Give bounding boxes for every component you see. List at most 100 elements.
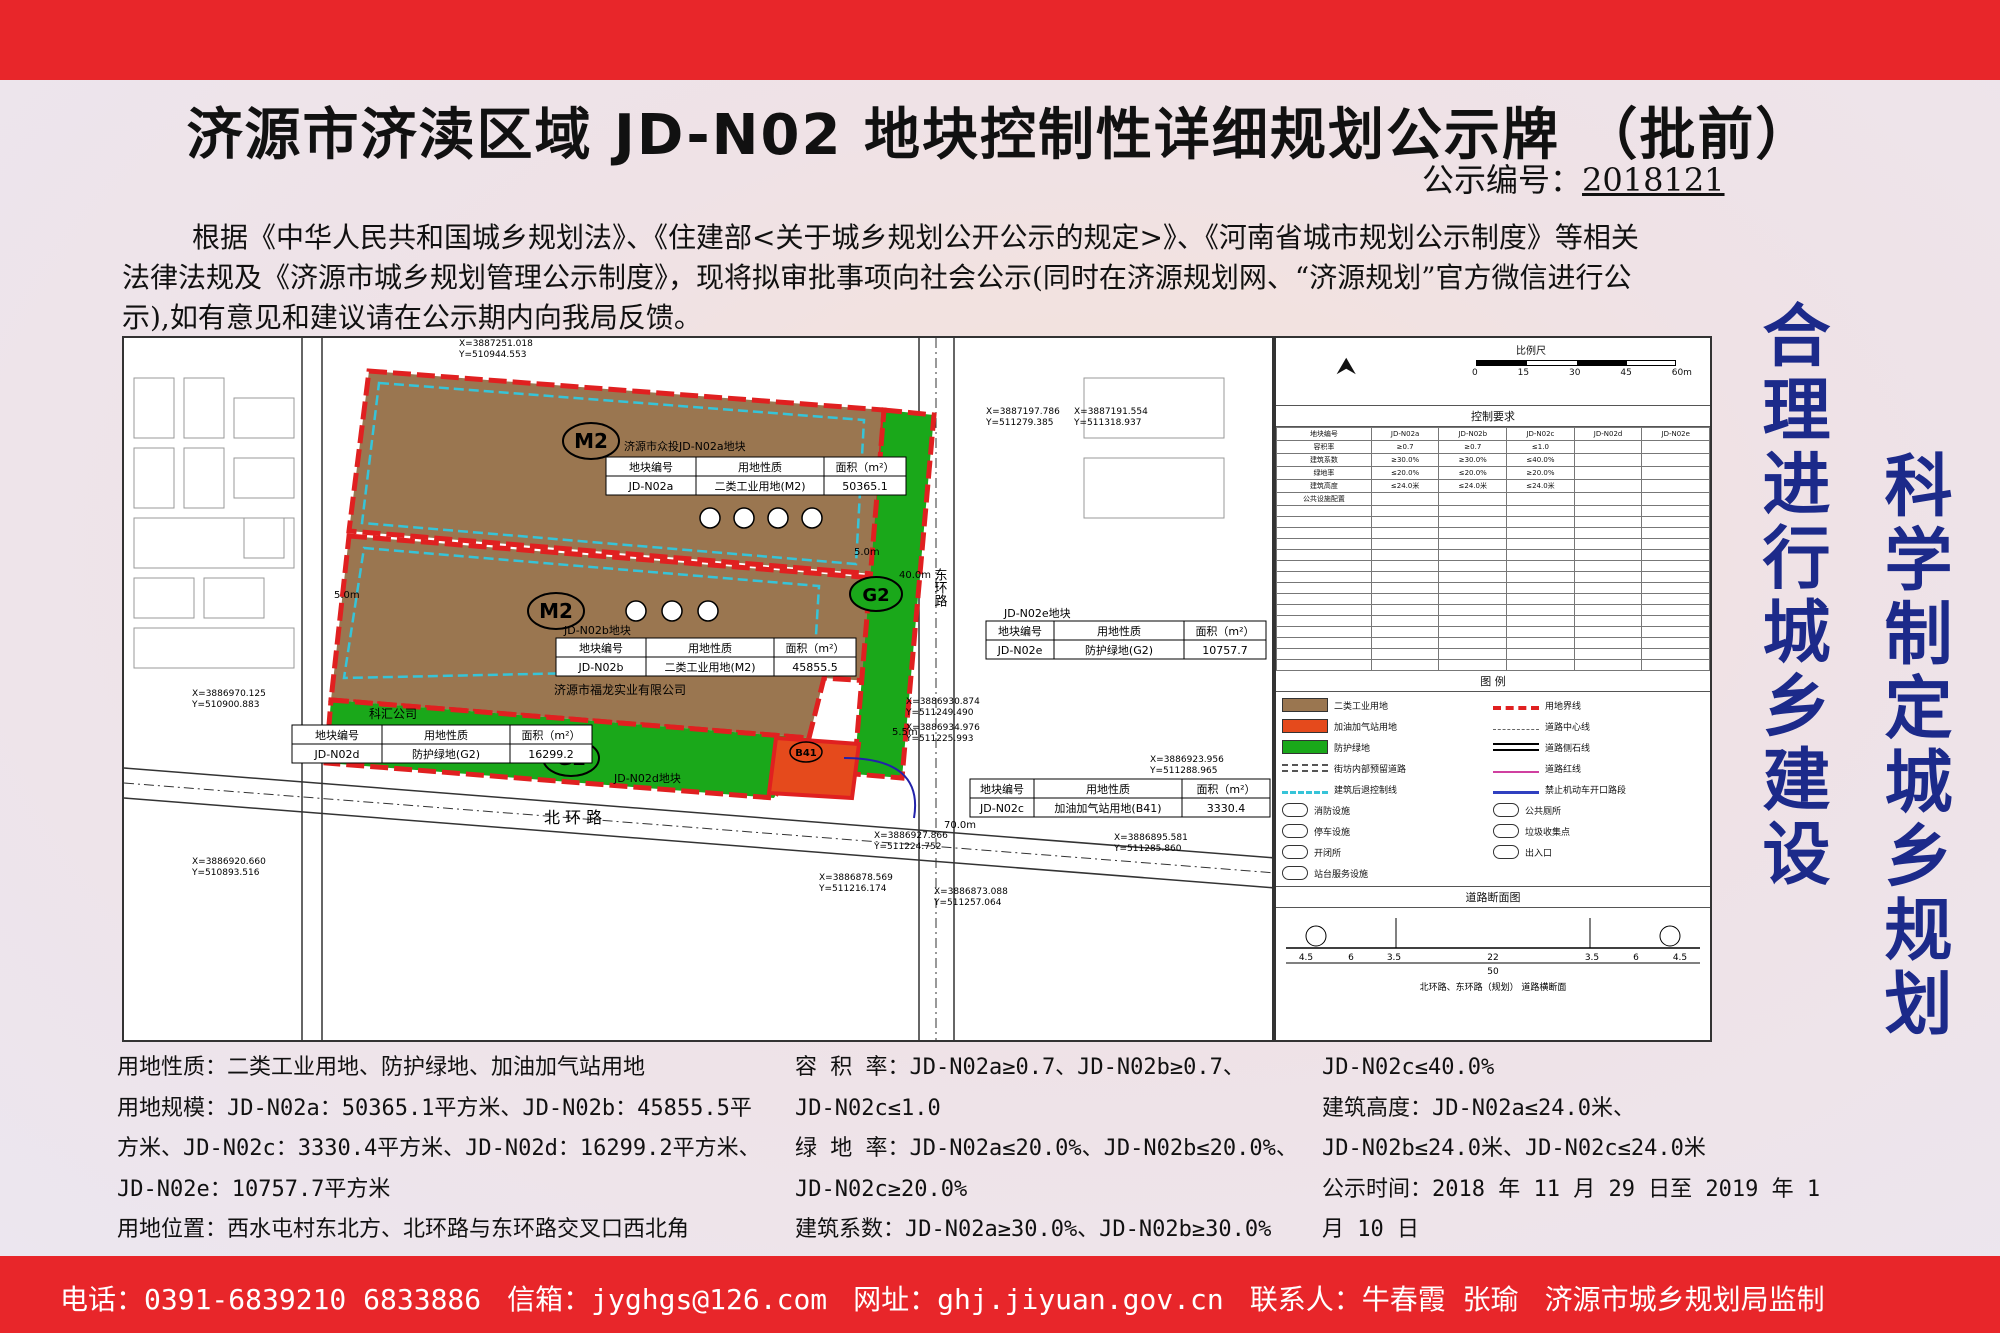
info-period: 公示时间：2018 年 11 月 29 日至 2019 年 1 月 10 日 bbox=[1322, 1176, 1821, 1243]
parking-icon bbox=[697, 600, 719, 622]
svg-text:Y=510900.883: Y=510900.883 bbox=[191, 700, 259, 710]
parking-swatch bbox=[1282, 824, 1308, 838]
legend-item: 出入口 bbox=[1493, 843, 1704, 861]
svg-text:X=3887191.554: X=3887191.554 bbox=[1074, 407, 1148, 417]
fire-swatch bbox=[1282, 803, 1308, 817]
svg-text:X=3886873.088: X=3886873.088 bbox=[934, 887, 1008, 897]
svg-text:4.5: 4.5 bbox=[1673, 953, 1687, 963]
svg-text:M2: M2 bbox=[539, 599, 573, 623]
svg-text:Y=510944.553: Y=510944.553 bbox=[458, 350, 526, 360]
control-table: 地块编号 JD-N02a JD-N02b JD-N02c JD-N02d JD-N02e … bbox=[1276, 427, 1710, 671]
center-swatch bbox=[1493, 728, 1539, 731]
garbage-icon bbox=[733, 507, 755, 529]
plot-a-label: 济源市众投JD-N02a地块 bbox=[624, 439, 746, 453]
intro-line-3: 示),如有意见和建议请在公示期内向我局反馈。 bbox=[122, 301, 702, 334]
table-plot-b: 地块编号 用地性质 面积（m²） JD-N02b 二类工业用地(M2) 4585… bbox=[555, 637, 857, 677]
scale-bar bbox=[1476, 360, 1676, 366]
svg-text:10757.7: 10757.7 bbox=[1202, 644, 1248, 657]
company-label-2: 济源市福龙实业有限公司 bbox=[554, 682, 686, 697]
slogan-right: 科学制定城乡规划 bbox=[1872, 450, 1951, 1042]
switch-swatch bbox=[1282, 845, 1308, 859]
road-section-svg: 4.5 6 3.5 22 3.5 6 4.5 50 北环路、东环路（规划） 道路… bbox=[1286, 918, 1700, 993]
svg-text:地块编号: 地块编号 bbox=[315, 728, 359, 742]
svg-text:面积（m²）: 面积（m²） bbox=[521, 729, 580, 742]
legend-label: 出入口 bbox=[1525, 848, 1553, 859]
station-swatch bbox=[1282, 866, 1308, 880]
top-red-band bbox=[0, 0, 2000, 80]
svg-text:JD-N02c: JD-N02c bbox=[979, 802, 1024, 815]
boundary-swatch bbox=[1493, 706, 1539, 710]
b41-swatch bbox=[1282, 719, 1328, 733]
legend-label: 防护绿地 bbox=[1334, 743, 1371, 754]
svg-text:二类工业用地(M2): 二类工业用地(M2) bbox=[664, 660, 755, 674]
info-coverage-c: JD-N02c≤40.0% bbox=[1322, 1055, 1495, 1080]
svg-text:JD-N02a: JD-N02a bbox=[628, 480, 674, 493]
legend-label: 停车设施 bbox=[1314, 827, 1351, 838]
footer-website[interactable]: 网址：ghj.jiyuan.gov.cn bbox=[853, 1278, 1224, 1318]
company-label-1: 科汇公司 bbox=[369, 707, 417, 721]
badge-b41: B41 bbox=[789, 741, 823, 763]
svg-text:50: 50 bbox=[1487, 967, 1499, 977]
svg-text:45855.5: 45855.5 bbox=[792, 661, 838, 674]
svg-text:Y=511225.993: Y=511225.993 bbox=[905, 734, 973, 744]
svg-text:X=3886930.874: X=3886930.874 bbox=[906, 697, 980, 707]
garbage-swatch bbox=[1493, 824, 1519, 838]
svg-text:用地性质: 用地性质 bbox=[738, 460, 782, 474]
svg-text:16299.2: 16299.2 bbox=[528, 748, 574, 761]
info-height-2: JD-N02b≤24.0米、JD-N02c≤24.0米 bbox=[1322, 1136, 1706, 1161]
svg-text:Y=511257.064: Y=511257.064 bbox=[933, 898, 1002, 908]
legend-item: 防护绿地 bbox=[1282, 738, 1493, 756]
legend-item: 二类工业用地 bbox=[1282, 696, 1493, 714]
legend-item: 街坊内部预留道路 bbox=[1282, 759, 1493, 777]
svg-text:X=3886920.660: X=3886920.660 bbox=[192, 857, 266, 867]
scale-ticks: 0 15 30 45 60m bbox=[1472, 368, 1692, 378]
legend-item: 公共厕所 bbox=[1493, 801, 1704, 819]
section-title: 道路断面图 bbox=[1276, 886, 1710, 908]
plot-b-label: JD-N02b地块 bbox=[563, 624, 631, 637]
svg-text:Y=511224.752: Y=511224.752 bbox=[873, 842, 941, 852]
svg-text:面积（m²）: 面积（m²） bbox=[1195, 625, 1254, 638]
svg-text:Y=510893.516: Y=510893.516 bbox=[191, 868, 260, 878]
setback-swatch bbox=[1282, 791, 1328, 794]
svg-text:Y=511249.490: Y=511249.490 bbox=[905, 708, 974, 718]
svg-text:面积（m²）: 面积（m²） bbox=[1196, 783, 1255, 796]
plot-e-label: JD-N02e地块 bbox=[1003, 607, 1071, 620]
legend-label: 二类工业用地 bbox=[1334, 701, 1389, 712]
road-section-diagram: 4.5 6 3.5 22 3.5 6 4.5 50 北环路、东环路（规划） 道路… bbox=[1276, 908, 1710, 998]
svg-text:北环路、东环路（规划） 道路横断面: 北环路、东环路（规划） 道路横断面 bbox=[1420, 981, 1567, 993]
info-column-3: JD-N02c≤40.0% 建筑高度：JD-N02a≤24.0米、 JD-N02… bbox=[1322, 1048, 1842, 1251]
svg-text:50365.1: 50365.1 bbox=[842, 480, 888, 493]
m2-swatch bbox=[1282, 698, 1328, 712]
svg-text:JD-N02d: JD-N02d bbox=[314, 748, 360, 761]
legend-item: 消防设施 bbox=[1282, 801, 1493, 819]
intro-line-2: 法律法规及《济源市城乡规划管理公示制度》，现将拟审批事项向社会公示(同时在济源规… bbox=[122, 261, 1632, 294]
svg-text:X=3887197.786: X=3887197.786 bbox=[986, 407, 1060, 417]
svg-text:B41: B41 bbox=[795, 748, 817, 759]
legend-item: 用地界线 bbox=[1493, 696, 1704, 714]
footer-contact: 联系人：牛春霞 张瑜 bbox=[1249, 1283, 1519, 1316]
distance-label-70m: 70.0m bbox=[944, 820, 976, 831]
legend-label: 垃圾收集点 bbox=[1525, 827, 1571, 838]
svg-text:地块编号: 地块编号 bbox=[980, 782, 1024, 796]
legend-item: 开闭所 bbox=[1282, 843, 1493, 861]
footer-email[interactable]: 信箱：jyghgs@126.com bbox=[507, 1278, 827, 1318]
svg-text:加油加气站用地(B41): 加油加气站用地(B41) bbox=[1054, 801, 1161, 815]
svg-text:6: 6 bbox=[1348, 953, 1354, 963]
facility-icons-b bbox=[625, 600, 719, 622]
legend-label: 禁止机动车开口路段 bbox=[1545, 785, 1627, 796]
svg-text:地块编号: 地块编号 bbox=[629, 460, 673, 474]
notice-number-value: 2018121 bbox=[1582, 161, 1725, 199]
badge-g2-e: G2 bbox=[849, 576, 903, 612]
badge-m2-a: M2 bbox=[562, 422, 620, 460]
road-name-east: 东环路 bbox=[932, 568, 948, 607]
svg-text:面积（m²）: 面积（m²） bbox=[785, 642, 844, 655]
notice-number: 公示编号：2018121 bbox=[1422, 155, 1725, 201]
plot-d-label: JD-N02d地块 bbox=[613, 772, 681, 785]
info-location: 用地位置：西水屯村东北方、北环路与东环路交叉口西北角 bbox=[117, 1217, 690, 1242]
info-scale-2: 方米、JD-N02c：3330.4平方米、JD-N02d：16299.2平方米、 bbox=[117, 1136, 761, 1161]
info-far-1: 容 积 率：JD-N02a≥0.7、JD-N02b≥0.7、 bbox=[795, 1055, 1245, 1080]
legend-label: 开闭所 bbox=[1314, 848, 1342, 859]
legend-item: 禁止机动车开口路段 bbox=[1493, 780, 1704, 798]
garbage-icon bbox=[661, 600, 683, 622]
info-green-2: JD-N02c≥20.0% bbox=[795, 1176, 968, 1202]
